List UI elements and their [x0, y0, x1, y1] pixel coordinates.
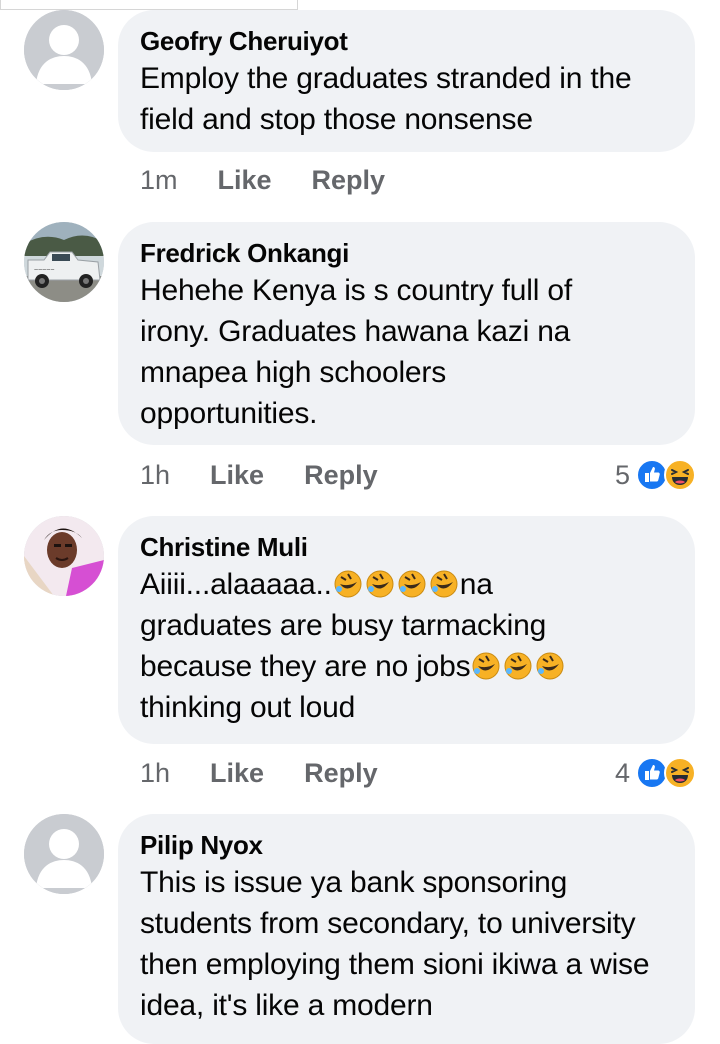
default-profile-icon: [24, 814, 104, 894]
svg-text:~~~~~: ~~~~~: [34, 267, 54, 274]
default-profile-icon: [24, 10, 104, 90]
comment-actions: 1h Like Reply: [140, 458, 378, 492]
avatar[interactable]: [24, 516, 104, 596]
comment-bubble: Pilip Nyox This is issue ya bank sponsor…: [118, 814, 695, 1044]
comment-text-part: Aiiii...alaaaaa..: [140, 568, 332, 601]
rolling-laughing-emoji: [398, 570, 426, 598]
rolling-laughing-emoji: [430, 570, 458, 598]
reaction-count: 4: [614, 757, 630, 788]
profile-photo-icon: [24, 516, 104, 596]
avatar[interactable]: [24, 814, 104, 894]
rolling-laughing-emoji: [504, 652, 532, 680]
comment-timestamp[interactable]: 1h: [140, 460, 170, 491]
comment-actions: 1h Like Reply: [140, 756, 378, 790]
comment-text: This is issue ya bank sponsoring student…: [140, 866, 650, 1022]
comment-text-part: thinking out loud: [140, 691, 356, 724]
comment-author[interactable]: Geofry Cheruiyot: [140, 24, 673, 58]
comment-timestamp[interactable]: 1m: [140, 165, 178, 196]
reply-button[interactable]: Reply: [304, 758, 378, 789]
reply-button[interactable]: Reply: [312, 165, 386, 196]
previous-panel-edge: [0, 0, 298, 10]
comment-timestamp[interactable]: 1h: [140, 758, 170, 789]
comment-author[interactable]: Christine Muli: [140, 530, 673, 564]
emoji-group: [470, 650, 566, 683]
haha-icon: [664, 757, 696, 789]
rolling-laughing-emoji: [472, 652, 500, 680]
reaction-summary[interactable]: 5: [615, 458, 696, 492]
like-button[interactable]: Like: [210, 460, 264, 491]
comment-text: Employ the graduates stranded in the fie…: [140, 62, 632, 136]
rolling-laughing-emoji: [366, 570, 394, 598]
comment-bubble: Geofry Cheruiyot Employ the graduates st…: [118, 10, 695, 152]
avatar[interactable]: [24, 10, 104, 90]
like-button[interactable]: Like: [218, 165, 272, 196]
comment-actions: 1m Like Reply: [140, 163, 385, 197]
reaction-summary[interactable]: 4: [615, 756, 696, 790]
comment-bubble: Christine Muli Aiiii...alaaaaa.. na gradu…: [118, 516, 695, 744]
reply-button[interactable]: Reply: [304, 460, 378, 491]
comment-text: Hehehe Kenya is s country full of irony.…: [140, 274, 572, 430]
comment-text: Aiiii...alaaaaa.. na graduates are busy t…: [140, 564, 650, 728]
reaction-count: 5: [614, 459, 630, 490]
emoji-group: [332, 568, 460, 601]
truck-photo-icon: ~~~~~: [24, 222, 104, 302]
haha-icon: [664, 459, 696, 491]
rolling-laughing-emoji: [536, 652, 564, 680]
rolling-laughing-emoji: [334, 570, 362, 598]
comment-author[interactable]: Fredrick Onkangi: [140, 236, 673, 270]
like-button[interactable]: Like: [210, 758, 264, 789]
avatar[interactable]: ~~~~~: [24, 222, 104, 302]
comment-author[interactable]: Pilip Nyox: [140, 828, 673, 862]
comment-bubble: Fredrick Onkangi Hehehe Kenya is s count…: [118, 222, 695, 445]
